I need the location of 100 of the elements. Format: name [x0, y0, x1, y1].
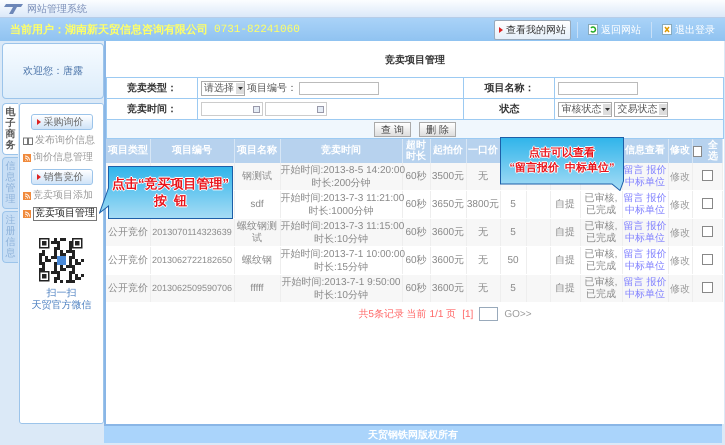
callout-text: 点击可以查看	[529, 146, 595, 160]
date-input[interactable]	[265, 102, 327, 116]
auction-time: 开始时间:2013-7-3 11:21:00 时长:1000分钟	[280, 192, 402, 218]
info-link[interactable]: 留言	[624, 192, 644, 204]
info-link[interactable]: 留言	[624, 276, 644, 288]
info-link[interactable]: 报价	[646, 276, 666, 288]
sidebar-section-button[interactable]: 采购询价	[30, 114, 92, 130]
filter-label: 项目编号：	[247, 82, 297, 95]
table-cell: 自提	[555, 226, 575, 238]
info-link[interactable]: 报价	[646, 192, 666, 204]
column-header: 起拍价	[433, 145, 463, 156]
welcome-text: 欢迎您：唐露	[23, 64, 83, 78]
callout-text: 按 钮	[154, 192, 188, 210]
side-tab[interactable]: 注册信息	[2, 211, 18, 263]
sidebar-link[interactable]: 竞卖项目添加	[23, 190, 103, 202]
table-cell: 5	[510, 198, 516, 210]
column-header: 信息查看	[625, 145, 665, 156]
info-link[interactable]: 中标单位	[625, 204, 665, 216]
name-input[interactable]	[558, 82, 638, 94]
table-cell: 已审核,已完成	[584, 248, 618, 272]
table-cell: 60秒	[405, 198, 427, 210]
qr-caption: 天贸官方微信	[32, 300, 92, 312]
qr-caption: 扫一扫	[46, 288, 78, 300]
side-tab[interactable]: 信息管理	[2, 157, 18, 209]
header-button[interactable]: 退出登录	[658, 20, 719, 38]
type-select[interactable]: 请选择	[201, 80, 245, 96]
info-link[interactable]: 留言	[624, 220, 644, 232]
table-cell: 5	[510, 282, 516, 294]
sidebar-section-button[interactable]: 销售竞价	[30, 169, 92, 185]
info-link[interactable]: 中标单位	[625, 288, 665, 300]
caret-icon	[604, 108, 610, 110]
page-input[interactable]	[479, 307, 498, 321]
go-button[interactable]: GO>>	[504, 308, 532, 320]
select-all-checkbox[interactable]	[692, 146, 702, 156]
row-checkbox[interactable]	[702, 198, 712, 210]
exit-icon	[662, 24, 672, 35]
phone-number: 0731-82241060	[214, 24, 300, 36]
triangle-icon	[499, 26, 503, 32]
action-button[interactable]: 查 询	[374, 122, 411, 136]
column-header: 一口价	[468, 145, 498, 156]
action-button[interactable]: 删 除	[419, 122, 456, 136]
table-cell: fffff	[250, 282, 264, 294]
table-cell: 公开竞价	[108, 282, 148, 294]
table-cell: 3600元	[432, 226, 464, 238]
column-header: 项目名称	[237, 145, 277, 156]
sidebar-link[interactable]: 询价信息管理	[23, 152, 103, 164]
filter-label: 项目名称：	[484, 83, 534, 94]
row-checkbox[interactable]	[702, 282, 712, 294]
info-link[interactable]: 报价	[646, 248, 666, 260]
status-select[interactable]: 交易状态	[614, 102, 668, 116]
row-checkbox[interactable]	[702, 254, 712, 266]
refresh-icon	[588, 24, 598, 35]
calendar-icon	[253, 106, 260, 112]
sidebar-link[interactable]: 发布询价信息	[23, 135, 103, 147]
row-checkbox[interactable]	[702, 226, 712, 238]
table-cell: 2013070114323639	[152, 226, 232, 236]
info-link[interactable]: 报价	[646, 164, 666, 176]
date-input[interactable]	[201, 102, 263, 116]
table-cell: 自提	[555, 254, 575, 266]
table-cell: 自提	[555, 282, 575, 294]
row-checkbox[interactable]	[702, 170, 712, 182]
feed-icon	[23, 154, 31, 162]
info-link[interactable]: 报价	[646, 220, 666, 232]
table-cell: 公开竞价	[108, 226, 148, 238]
edit-link[interactable]: 修改	[670, 198, 690, 212]
code-input[interactable]	[299, 82, 379, 94]
table-cell: 螺纹钢	[242, 254, 272, 266]
caret-icon	[660, 108, 666, 110]
side-tab[interactable]: 电子商务	[2, 103, 18, 155]
table-cell: 3600元	[432, 282, 464, 294]
table-cell: 3500元	[432, 170, 464, 182]
info-link[interactable]: 中标单位	[625, 176, 665, 188]
page-title: 竞卖项目管理	[385, 53, 445, 67]
table-cell: 3600元	[432, 254, 464, 266]
header-button[interactable]: 查看我的网站	[494, 20, 571, 40]
qr-code-icon	[39, 238, 84, 283]
table-cell: sdf	[250, 198, 264, 210]
table-cell: 无	[478, 226, 488, 238]
column-header: 项目类型	[108, 145, 148, 156]
record-summary: 共5条记录 当前 1/1 页	[358, 308, 456, 321]
page-link[interactable]: [1]	[462, 308, 474, 320]
edit-link[interactable]: 修改	[670, 254, 690, 268]
column-header: 项目编号	[172, 145, 212, 156]
table-cell: 公开竞价	[108, 254, 148, 266]
column-header: 超时时长	[406, 140, 426, 162]
table-cell: 60秒	[405, 282, 427, 294]
window-title: 网站管理系统	[27, 2, 87, 16]
filter-label: 竞卖时间：	[127, 104, 177, 115]
current-user: 当前用户：湖南新天贸信息咨询有限公司	[10, 22, 208, 37]
info-link[interactable]: 留言	[624, 164, 644, 176]
triangle-icon	[36, 174, 40, 180]
status-select[interactable]: 审核状态	[558, 102, 612, 116]
table-cell: 螺纹钢测试	[237, 220, 277, 244]
info-link[interactable]: 留言	[624, 248, 644, 260]
info-link[interactable]: 中标单位	[625, 232, 665, 244]
column-header: 竞卖时间	[321, 145, 361, 156]
info-link[interactable]: 中标单位	[625, 260, 665, 272]
header-button[interactable]: 返回网站	[584, 20, 645, 38]
callout-text: 点击“竞买项目管理”	[112, 176, 229, 192]
table-cell: 无	[478, 254, 488, 266]
